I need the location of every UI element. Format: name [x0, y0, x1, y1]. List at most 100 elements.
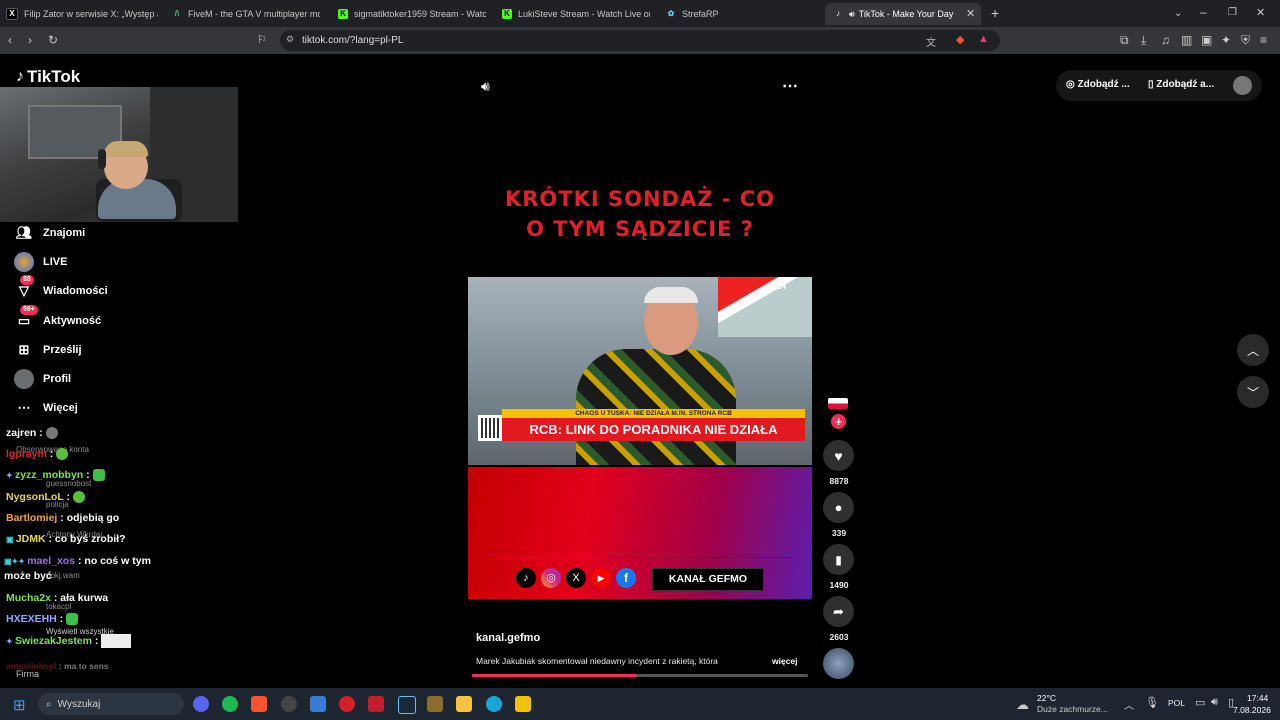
forward-icon[interactable]: ›	[28, 34, 32, 46]
sidebar-toggle-icon[interactable]: ▥	[1181, 34, 1192, 46]
rockstar-icon[interactable]	[515, 696, 531, 712]
volume-tray-icon[interactable]: 🔊︎	[1211, 696, 1218, 709]
fivem-favicon-icon: /\	[174, 9, 180, 18]
chat-message: ▣✦✦ mael_xos : no coś w tym może być	[4, 555, 151, 582]
translate-icon[interactable]: 文	[926, 34, 936, 49]
previous-video-button[interactable]: ︿	[1237, 334, 1269, 366]
comment-icon: ●	[834, 500, 843, 515]
chat-message: ▣ JDMK : co byś zrobił?	[6, 533, 126, 545]
new-tab-icon[interactable]: +	[991, 6, 999, 20]
app-gold-icon[interactable]	[427, 696, 443, 712]
microphone-icon[interactable]: 🎙︎	[1145, 696, 1159, 709]
video-author[interactable]: kanal.gefmo	[476, 632, 540, 644]
more-icon: ⋯	[17, 400, 31, 415]
tab-fivem[interactable]: /\ FiveM - the GTA V multiplayer modifi	[172, 3, 320, 25]
file-explorer-icon[interactable]	[456, 696, 472, 712]
creator-avatar[interactable]	[828, 398, 848, 409]
get-coins-button[interactable]: ◎ Zdobądź ...	[1066, 79, 1130, 90]
sidebar-item-messages[interactable]: ▽ 88 Wiadomości	[14, 275, 108, 301]
leo-ai-icon[interactable]: ✦	[1221, 34, 1231, 46]
obs-icon[interactable]	[281, 696, 297, 712]
network-icon[interactable]: ▭	[1195, 696, 1205, 709]
tray-overflow-icon[interactable]: ︿	[1124, 697, 1134, 712]
get-coins-label: Zdobądź ...	[1077, 79, 1130, 90]
chevron-up-icon: ︿	[1246, 343, 1259, 358]
sidebar-item-more[interactable]: ⋯ Więcej	[14, 398, 78, 418]
tiktok-logo[interactable]: ♪ TikTok	[16, 67, 80, 87]
spotify-icon[interactable]	[222, 696, 238, 712]
minimize-icon[interactable]: –	[1200, 6, 1207, 18]
language-indicator[interactable]: POL	[1168, 698, 1185, 708]
like-button[interactable]: ♥	[823, 440, 854, 471]
brave-shields-icon[interactable]: ◆	[956, 33, 964, 46]
get-app-button[interactable]: ▯ Zdobądź a...	[1148, 79, 1214, 90]
more-button[interactable]: więcej	[772, 656, 798, 666]
sidebar-item-live[interactable]: LIVE	[14, 252, 67, 272]
back-icon[interactable]: ‹	[8, 34, 12, 46]
browser-tab-bar: X Filip Zator w serwisie X: „Występ arty…	[0, 0, 1280, 27]
video-progress-fill	[472, 674, 637, 677]
bookmark-icon[interactable]: ⚐	[257, 34, 267, 46]
sidebar-item-activity[interactable]: ▭ 99+ Aktywność	[14, 305, 101, 331]
tab-kick-sigma[interactable]: K sigmatiktoker1959 Stream - Watch Li	[338, 3, 486, 25]
clock-time[interactable]: 17:44	[1247, 693, 1268, 703]
follow-plus-icon[interactable]: +	[831, 414, 846, 429]
url-bar[interactable]: ⚙ tiktok.com/?lang=pl-PL 文 ◆ ▲	[280, 30, 1000, 51]
app-red-icon[interactable]	[339, 696, 355, 712]
sidebar-item-friends[interactable]: 👥︎ Znajomi	[14, 223, 85, 243]
share-button[interactable]: ➦	[823, 596, 854, 627]
chat-user: HXEXEHH	[6, 613, 57, 625]
app-x-icon[interactable]	[368, 696, 384, 712]
comment-count: 339	[831, 528, 847, 538]
profile-icon	[14, 369, 34, 389]
close-tab-icon[interactable]: ✕	[966, 8, 975, 20]
qr-code	[478, 415, 502, 441]
strefarp-favicon-icon: ✿	[667, 9, 675, 18]
vpn-shield-icon[interactable]: ⛨	[1241, 34, 1250, 46]
avatar[interactable]	[1233, 76, 1252, 95]
sidebar-item-upload[interactable]: ⊞ Prześlij	[14, 340, 82, 360]
chat-message: HXEXEHH :	[6, 613, 79, 626]
wallet-icon[interactable]: ▣	[1201, 34, 1212, 46]
site-info-icon[interactable]: ⚙	[286, 34, 294, 45]
brave-rewards-icon[interactable]: ▲	[978, 33, 989, 45]
comment-button[interactable]: ●	[823, 492, 854, 523]
next-video-button[interactable]: ﹀	[1237, 376, 1269, 408]
media-icon[interactable]: ♫	[1161, 34, 1170, 46]
reload-icon[interactable]: ↻	[48, 34, 58, 46]
news-ticker: CHAOS U TUSKA: NIE DZIAŁA M.IN. STRONA R…	[478, 409, 805, 441]
music-disc[interactable]	[823, 648, 854, 679]
calculator-icon[interactable]	[310, 696, 326, 712]
video-progress-track[interactable]	[472, 674, 808, 677]
brave-icon[interactable]	[251, 696, 267, 712]
sidebar-item-profile[interactable]: Profil	[14, 369, 71, 389]
extensions-icon[interactable]: ⧉	[1120, 34, 1129, 46]
windows-start-icon[interactable]: ⊞	[13, 696, 26, 714]
taskbar-search[interactable]: ⌕ Wyszukaj	[38, 693, 184, 715]
promo-banner: ♪ ◎ X ▶ f KANAŁ GEFMO	[468, 467, 812, 599]
edge-icon[interactable]	[486, 696, 502, 712]
chat-text: co byś zrobił?	[54, 533, 126, 545]
tab-twitter[interactable]: X Filip Zator w serwisie X: „Występ arty	[6, 3, 158, 25]
discord-icon[interactable]	[193, 696, 209, 712]
steam-icon[interactable]	[398, 696, 416, 714]
maximize-icon[interactable]: ❐	[1228, 7, 1237, 19]
tab-tiktok[interactable]: ♪ 🔊︎ TikTok - Make Your Day	[825, 3, 981, 25]
menu-icon[interactable]: ≡	[1260, 34, 1267, 46]
close-window-icon[interactable]: ✕	[1256, 7, 1265, 19]
downloads-icon[interactable]: ⤓	[1141, 34, 1146, 46]
video-options-icon[interactable]: ⋯	[782, 76, 798, 96]
tab-kick-lukisteve[interactable]: K LukiSteve Stream - Watch Live on Kic	[502, 3, 650, 25]
title-line-1: KRÓTKI SONDAŻ - CO	[504, 187, 776, 211]
clock-date[interactable]: 7.08.2026	[1233, 705, 1271, 715]
chat-user: SwiezakJestem	[14, 634, 92, 647]
title-line-2: O TYM SĄDZICIE ?	[526, 217, 754, 241]
volume-icon[interactable]: 🔊︎	[481, 78, 490, 95]
tab-search-icon[interactable]: ⌄	[1174, 8, 1182, 20]
emote-icon	[56, 448, 69, 461]
save-button[interactable]: ▮	[823, 544, 854, 575]
tab-strefarp[interactable]: ✿ StrefaRP	[666, 3, 806, 25]
emote-icon	[92, 469, 105, 482]
url-text: tiktok.com/?lang=pl-PL	[302, 35, 404, 46]
facebook-icon: f	[616, 568, 636, 588]
